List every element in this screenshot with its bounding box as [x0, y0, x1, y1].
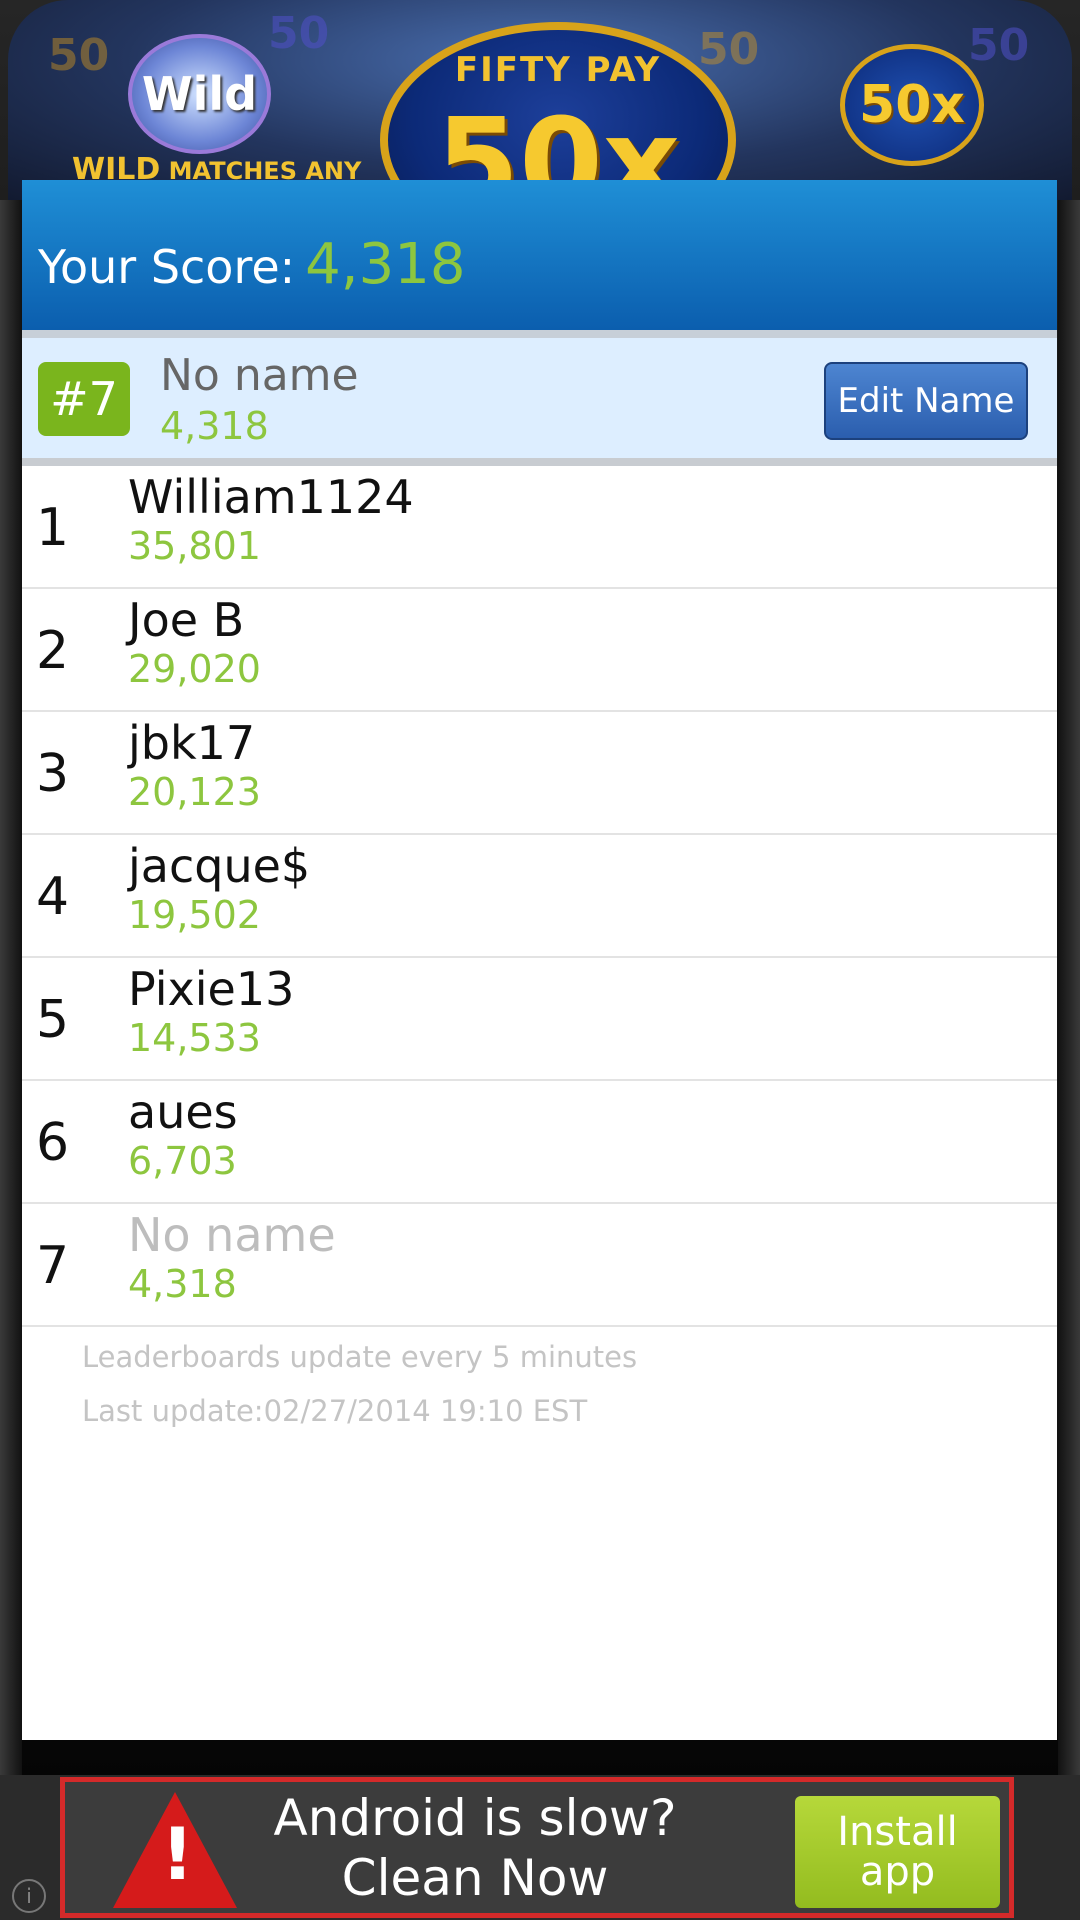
- row-rank: 5: [36, 990, 70, 1050]
- leaderboard-row[interactable]: 4 jacque$ 19,502: [22, 835, 1057, 958]
- row-score: 20,123: [128, 770, 261, 814]
- row-score: 19,502: [128, 893, 261, 937]
- install-button-line1: Install: [837, 1809, 958, 1855]
- ad-subline: Clean Now: [341, 1849, 609, 1907]
- row-rank: 4: [36, 867, 70, 927]
- row-name: aues: [128, 1085, 238, 1139]
- game-banner: 50 50 50 50 Wild WILD MATCHES ANY FIFTY …: [8, 0, 1072, 200]
- left-rail: [0, 200, 22, 1775]
- row-name: Pixie13: [128, 962, 295, 1016]
- right-rail: [1058, 200, 1080, 1775]
- score-header: Your Score: 4,318: [22, 180, 1057, 338]
- leaderboard-row[interactable]: 3 jbk17 20,123: [22, 712, 1057, 835]
- bg-fifty-text: 50: [48, 30, 110, 81]
- row-name: jbk17: [128, 716, 256, 770]
- my-rank-row: #7 No name 4,318 Edit Name: [22, 338, 1057, 466]
- info-icon[interactable]: i: [12, 1879, 46, 1913]
- logo-title: FIFTY PAY: [454, 50, 662, 90]
- row-score: 14,533: [128, 1016, 261, 1060]
- exclamation-icon: !: [161, 1812, 194, 1896]
- ad-bar: i ! Android is slow? Clean Now Install a…: [0, 1775, 1080, 1920]
- your-score: Your Score: 4,318: [38, 232, 465, 297]
- my-rank-badge: #7: [38, 362, 130, 436]
- ad-text: Android is slow? Clean Now: [265, 1788, 685, 1908]
- your-score-label: Your Score:: [38, 240, 296, 294]
- my-score: 4,318: [160, 404, 269, 448]
- row-rank: 1: [36, 498, 70, 558]
- last-update-note: Last update:02/27/2014 19:10 EST: [82, 1394, 588, 1428]
- leaderboard-panel: Your Score: 4,318 #7 No name 4,318 Edit N…: [22, 180, 1057, 1740]
- row-name: jacque$: [128, 839, 311, 893]
- row-score: 4,318: [128, 1262, 237, 1306]
- update-frequency-note: Leaderboards update every 5 minutes: [82, 1340, 638, 1374]
- install-button-line2: app: [859, 1849, 936, 1895]
- leaderboard-row[interactable]: 2 Joe B 29,020: [22, 589, 1057, 712]
- ad-banner[interactable]: ! Android is slow? Clean Now Install app: [60, 1777, 1014, 1918]
- your-score-value: 4,318: [305, 232, 466, 297]
- row-score: 6,703: [128, 1139, 237, 1183]
- row-rank: 7: [36, 1236, 70, 1296]
- row-rank: 3: [36, 744, 70, 804]
- install-app-button[interactable]: Install app: [795, 1796, 1000, 1908]
- row-score: 29,020: [128, 647, 261, 691]
- leaderboard-row[interactable]: 7 No name 4,318: [22, 1204, 1057, 1327]
- wild-badge: Wild: [128, 34, 271, 154]
- row-rank: 6: [36, 1113, 70, 1173]
- edit-name-button[interactable]: Edit Name: [824, 362, 1028, 440]
- leaderboard-row[interactable]: 6 aues 6,703: [22, 1081, 1057, 1204]
- leaderboard-row[interactable]: 5 Pixie13 14,533: [22, 958, 1057, 1081]
- bg-fifty-text: 50: [268, 8, 330, 59]
- leaderboard-list: 1 William1124 35,801 2 Joe B 29,020 3 jb…: [22, 466, 1057, 1327]
- row-rank: 2: [36, 621, 70, 681]
- bg-fifty-text: 50: [968, 20, 1030, 71]
- leaderboard-row[interactable]: 1 William1124 35,801: [22, 466, 1057, 589]
- row-name: Joe B: [128, 593, 245, 647]
- row-score: 35,801: [128, 524, 261, 568]
- small-logo-text: 50x: [859, 75, 965, 135]
- row-name: No name: [128, 1208, 336, 1262]
- wild-badge-text: Wild: [141, 67, 258, 121]
- my-name: No name: [160, 350, 359, 401]
- fifty-pay-logo: FIFTY PAY 50x: [380, 22, 736, 200]
- small-logo: 50x: [840, 44, 984, 166]
- row-name: William1124: [128, 470, 414, 524]
- ad-headline: Android is slow?: [273, 1789, 677, 1847]
